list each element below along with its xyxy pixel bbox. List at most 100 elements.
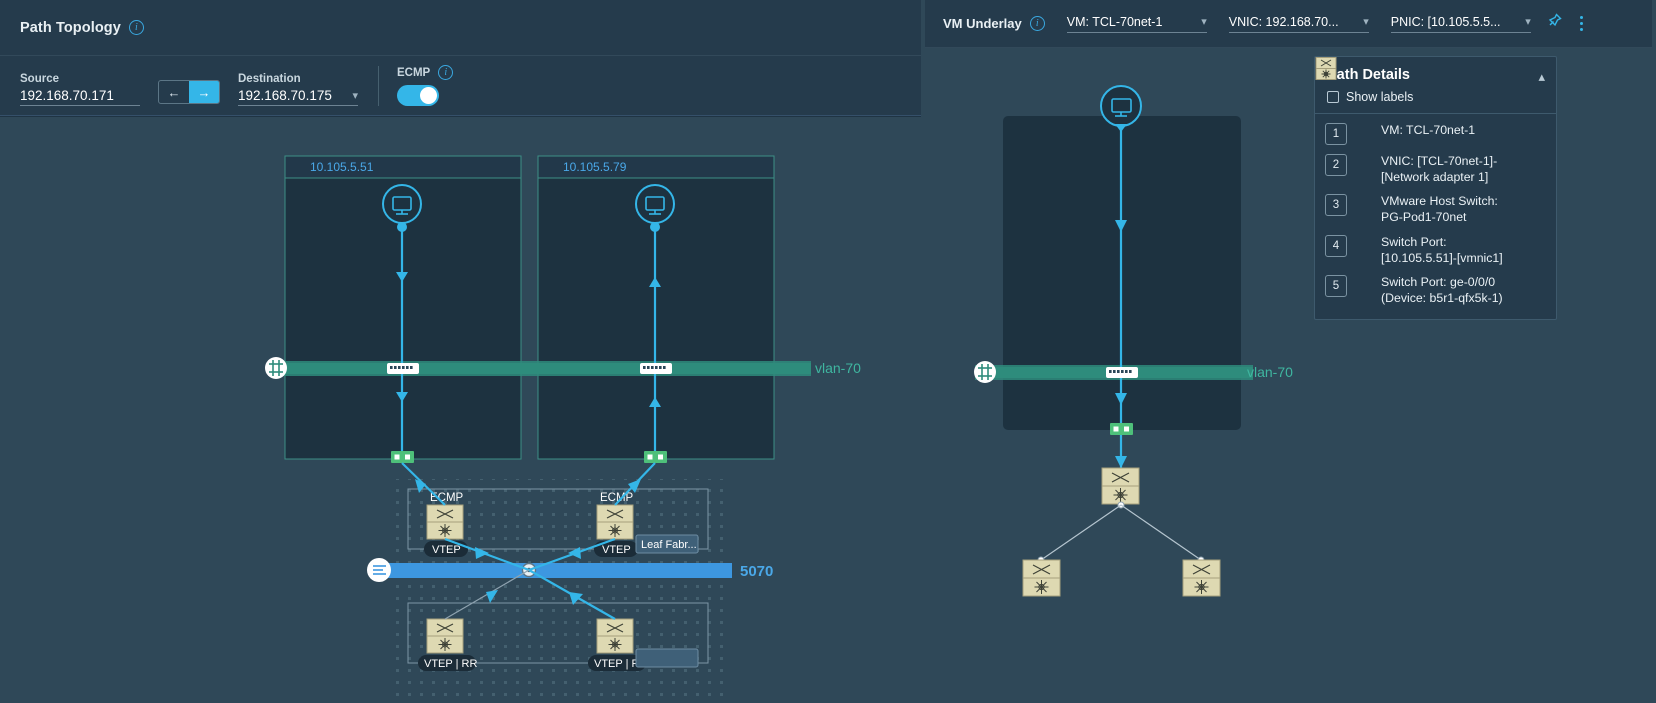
destination-label: Destination	[238, 73, 301, 85]
direction-reverse-button[interactable]: ←	[159, 81, 189, 103]
step-text: VNIC: [TCL-70net-1]- [Network adapter 1]	[1381, 154, 1497, 185]
app-root: Path Topology i Source 192.168.70.171 ← …	[0, 0, 1656, 703]
chevron-down-icon: ▾	[1363, 16, 1369, 28]
source-input[interactable]: 192.168.70.171	[20, 88, 140, 106]
step-text: VMware Host Switch: PG-Pod1-70net	[1381, 194, 1498, 225]
vm-underlay-info-icon[interactable]: i	[1029, 16, 1045, 31]
vm-icon	[1315, 57, 1376, 125]
vnic-selector[interactable]: VNIC: 192.168.70... ▾	[1228, 15, 1369, 33]
underlay-vm-node[interactable]	[1100, 85, 1142, 127]
path-topology-header: Path Topology i	[0, 0, 921, 56]
step-text: VM: TCL-70net-1	[1381, 123, 1476, 137]
ecmp-field: ECMP i	[397, 65, 454, 106]
step-text-line-1: VNIC: [TCL-70net-1]-	[1381, 154, 1498, 168]
step-text-line-2: [10.105.5.51]-[vmnic1]	[1381, 250, 1503, 265]
router-icon	[1315, 57, 1376, 277]
vm-underlay-header: VM Underlay i VM: TCL-70net-1 ▾ VNIC: 19…	[925, 0, 1652, 48]
pnic-chip-2[interactable]	[644, 451, 667, 463]
chevron-up-icon[interactable]: ▴	[1538, 69, 1545, 85]
step-text-line-2: (Device: b5r1-qfx5k-1)	[1381, 291, 1503, 306]
step-text-line-1: VMware Host Switch:	[1381, 194, 1498, 209]
chevron-down-icon: ▾	[1201, 16, 1207, 28]
host-switch-chip-2[interactable]	[640, 363, 672, 374]
path-step-2[interactable]: 2 VNIC: [TCL-70net-1]- [Network adapter …	[1316, 58, 1546, 185]
ecmp-toggle[interactable]	[397, 85, 439, 106]
step-number: 3	[1325, 194, 1347, 217]
source-field: Source 192.168.70.171	[20, 73, 140, 106]
vm-selector[interactable]: VM: TCL-70net-1 ▾	[1066, 15, 1207, 33]
topology-svg: 10.105.5.51 10.105.5.79 vlan-70 5070 ECM…	[265, 155, 861, 703]
topology-canvas[interactable]: 10.105.5.51 10.105.5.79 vlan-70 5070 ECM…	[0, 117, 921, 703]
pnic-selector-value: PNIC: [10.105.5.5...	[1390, 14, 1501, 29]
step-number: 4	[1325, 234, 1347, 257]
step-text: Switch Port: ge-0/0/0 (Device: b5r1-qfx5…	[1381, 275, 1503, 306]
underlay-leaf-node-right[interactable]	[1182, 559, 1221, 597]
switch-port-icon	[1315, 57, 1376, 237]
ecmp-toggle-knob	[420, 87, 437, 104]
vm-underlay-canvas[interactable]: vlan-70 Path Details ▴ Show labels 1 VM:…	[925, 48, 1652, 703]
destination-value: 192.168.70.175	[238, 88, 332, 103]
host-switch-icon	[1315, 58, 1376, 196]
vtep-rr-badge-1: VTEP | RR	[418, 655, 477, 671]
chevron-down-icon: ▾	[352, 90, 358, 102]
step-number: 2	[1325, 154, 1347, 176]
host-1-label: 10.105.5.51	[310, 160, 374, 174]
ecmp-info-icon[interactable]: i	[438, 65, 454, 80]
pin-icon[interactable]	[1545, 12, 1563, 35]
step-number: 1	[1325, 123, 1347, 145]
path-step-5[interactable]: 5 Switch Port: ge-0/0/0 (Device: b5r1-qf…	[1315, 57, 1546, 306]
source-label: Source	[20, 73, 59, 85]
underlay-host-switch-chip[interactable]	[1106, 367, 1138, 378]
direction-forward-button[interactable]: →	[189, 81, 219, 103]
page-title: Path Topology	[20, 19, 121, 36]
vm-underlay-title: VM Underlay	[943, 16, 1022, 31]
path-step-4[interactable]: 4 Switch Port: [10.105.5.51]-[vmnic1]	[1315, 57, 1546, 266]
source-value: 192.168.70.171	[20, 88, 114, 103]
underlay-link-left	[1040, 504, 1122, 561]
vlan-endpoint-icon	[974, 361, 996, 383]
path-step-1[interactable]: 1 VM: TCL-70net-1	[1315, 57, 1546, 145]
leaf-fabric-badge[interactable]: Leaf Fabr...	[635, 534, 699, 554]
vlan-endpoint-icon	[265, 357, 287, 379]
vtep-label-2: VTEP	[602, 544, 631, 556]
underlay-leaf-node-left[interactable]	[1022, 559, 1061, 597]
vm-underlay-panel: VM Underlay i VM: TCL-70net-1 ▾ VNIC: 19…	[925, 0, 1652, 703]
host-switch-chip-1[interactable]	[387, 363, 419, 374]
step-text: Switch Port: [10.105.5.51]-[vmnic1]	[1381, 235, 1503, 266]
leaf-node-1[interactable]: ECMP VTEP	[424, 492, 468, 557]
spine-fabric-badge[interactable]	[635, 648, 699, 668]
step-text-line-2: [Network adapter 1]	[1381, 169, 1489, 184]
path-details-header: Path Details ▴ Show labels	[1315, 57, 1556, 114]
chevron-down-icon: ▾	[1525, 16, 1531, 28]
vtep-rr-label-1: VTEP | RR	[424, 658, 477, 670]
vtep-badge-1: VTEP	[424, 541, 468, 557]
path-step-3[interactable]: 3 VMware Host Switch: PG-Pod1-70net	[1315, 58, 1546, 225]
vlan-label: vlan-70	[815, 360, 861, 376]
underlay-pnic-chip[interactable]	[1110, 423, 1133, 435]
vnic-dot-icon	[1316, 58, 1376, 156]
show-labels-checkbox[interactable]: Show labels	[1327, 90, 1544, 104]
show-labels-label: Show labels	[1346, 90, 1414, 104]
direction-toggle[interactable]: ← →	[158, 80, 220, 104]
ecmp-label-row: ECMP i	[397, 65, 454, 80]
checkbox-box	[1327, 91, 1339, 103]
step-number: 5	[1325, 275, 1347, 298]
destination-select[interactable]: 192.168.70.175 ▾	[238, 88, 358, 106]
leaf-node-2[interactable]: ECMP VTEP	[594, 492, 638, 557]
pnic-chip-1[interactable]	[391, 451, 414, 463]
path-details-list: 1 VM: TCL-70net-1 2 VNIC: [TCL-70net-1]-…	[1315, 57, 1556, 319]
pnic-selector[interactable]: PNIC: [10.105.5.5... ▾	[1390, 14, 1531, 33]
path-details-title: Path Details	[1327, 67, 1410, 83]
host-2-label: 10.105.5.79	[563, 160, 627, 174]
fabric-label: 5070	[740, 563, 773, 580]
underlay-vlan-label: vlan-70	[1247, 364, 1293, 380]
step-text-line-2: PG-Pod1-70net	[1381, 210, 1467, 225]
leaf-fabric-label: Leaf Fabr...	[641, 539, 697, 551]
path-details-card: Path Details ▴ Show labels 1 VM: TCL-70n…	[1314, 56, 1557, 320]
ecmp-label: ECMP	[397, 66, 431, 79]
kebab-menu-icon[interactable]	[1577, 13, 1586, 34]
step-text-line-1: Switch Port: ge-0/0/0	[1381, 275, 1496, 290]
info-icon[interactable]: i	[128, 20, 144, 35]
arrow-down-u3	[1115, 456, 1127, 468]
underlay-switch-node[interactable]	[1101, 467, 1140, 505]
